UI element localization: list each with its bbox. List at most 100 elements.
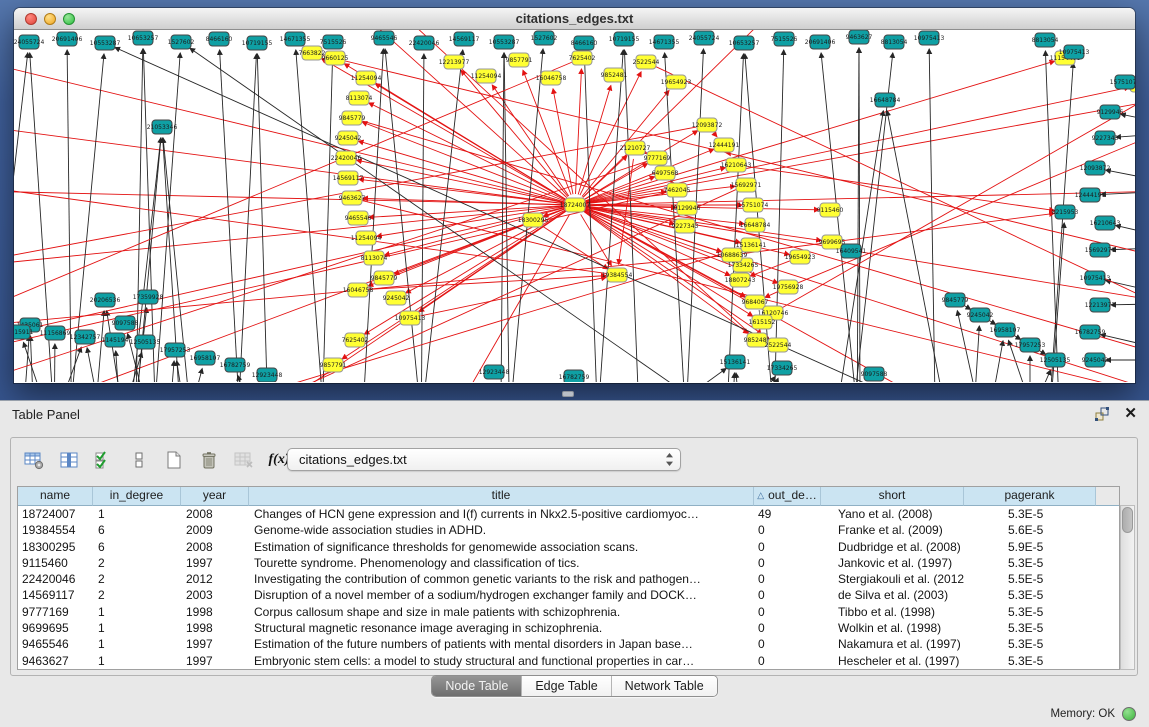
- citation-edge-black[interactable]: [1106, 170, 1135, 191]
- graph-node[interactable]: 7515526: [320, 35, 347, 49]
- table-cell[interactable]: 0: [754, 620, 821, 636]
- citation-edge-black[interactable]: [1011, 370, 1051, 382]
- graph-node[interactable]: 12093872: [692, 118, 723, 132]
- citation-edge-red[interactable]: [461, 70, 568, 196]
- graph-node[interactable]: 8813054: [881, 35, 908, 49]
- table-cell[interactable]: Hescheler et al. (1997): [821, 653, 964, 669]
- table-cell[interactable]: 5.3E-5: [964, 506, 1096, 522]
- table-cell[interactable]: Dudbridge et al. (2008): [821, 539, 964, 555]
- citation-edge-red[interactable]: [583, 30, 814, 197]
- table-cell[interactable]: 2: [93, 571, 181, 587]
- graph-node[interactable]: 9857791: [506, 53, 533, 67]
- table-selector-dropdown[interactable]: citations_edges.txt: [287, 448, 681, 471]
- float-window-icon[interactable]: [1094, 406, 1110, 422]
- graph-node[interactable]: 12342757: [70, 330, 101, 344]
- table-cell[interactable]: 9115460: [18, 555, 93, 571]
- graph-node[interactable]: 7515526: [771, 32, 798, 46]
- graph-node[interactable]: 10719155: [242, 36, 273, 50]
- graph-node[interactable]: 9245042: [967, 308, 994, 322]
- table-cell[interactable]: Estimation of significance thresholds fo…: [249, 539, 754, 555]
- graph-node[interactable]: 16958107: [190, 351, 221, 365]
- citation-edge-black[interactable]: [178, 369, 202, 382]
- citation-edge-black[interactable]: [165, 361, 174, 382]
- table-cell[interactable]: 1: [93, 506, 181, 522]
- table-cell[interactable]: Tibbo et al. (1998): [821, 604, 964, 620]
- graph-node[interactable]: 14671355: [280, 32, 311, 46]
- graph-node[interactable]: 11156869: [40, 326, 71, 340]
- graph-node[interactable]: 12505135: [130, 335, 161, 349]
- table-cell[interactable]: Stergiakouli et al. (2012): [821, 571, 964, 587]
- table-row[interactable]: 969969511998Structural magnetic resonanc…: [18, 620, 1119, 636]
- table-cell[interactable]: Embryonic stem cells: a model to study s…: [249, 653, 754, 669]
- trash-icon[interactable]: [196, 447, 222, 473]
- citation-edge-black[interactable]: [54, 344, 55, 382]
- new-document-icon[interactable]: [161, 447, 187, 473]
- tab-network-table[interactable]: Network Table: [611, 676, 717, 696]
- graph-node[interactable]: 9129946: [1097, 105, 1124, 119]
- citation-edge-black[interactable]: [736, 373, 744, 382]
- table-cell[interactable]: 0: [754, 587, 821, 603]
- graph-node[interactable]: 9245042: [383, 291, 410, 305]
- graph-node[interactable]: 1145194: [102, 333, 129, 347]
- citation-edge-black[interactable]: [887, 111, 949, 382]
- graph-node[interactable]: 7625402: [342, 333, 369, 347]
- citation-edge-black[interactable]: [1046, 63, 1073, 382]
- column-header-name[interactable]: name: [18, 487, 93, 506]
- graph-node[interactable]: 24055724: [689, 31, 720, 45]
- graph-node[interactable]: 10653257: [128, 31, 159, 45]
- graph-node[interactable]: 9465546: [345, 211, 372, 225]
- graph-node[interactable]: 22420046: [331, 151, 362, 165]
- graph-node[interactable]: 20206536: [90, 293, 121, 307]
- table-cell[interactable]: 2008: [181, 539, 249, 555]
- citation-edge-black[interactable]: [296, 50, 327, 382]
- graph-node[interactable]: 9660125: [322, 51, 349, 65]
- table-cell[interactable]: 5.3E-5: [964, 653, 1096, 669]
- graph-node[interactable]: 2522544: [633, 55, 660, 69]
- table-cell[interactable]: 0: [754, 653, 821, 669]
- table-cell[interactable]: 9463627: [18, 653, 93, 669]
- row-options-icon[interactable]: [126, 447, 152, 473]
- table-row[interactable]: 1456911722003Disruption of a novel membe…: [18, 587, 1119, 603]
- citation-edge-red[interactable]: [765, 292, 778, 298]
- table-cell[interactable]: 9465546: [18, 636, 93, 652]
- table-cell[interactable]: 0: [754, 571, 821, 587]
- citation-edge-black[interactable]: [614, 368, 726, 382]
- graph-node[interactable]: 19384554: [602, 268, 633, 282]
- table-cell[interactable]: Wolkin et al. (1998): [821, 620, 964, 636]
- zoom-window-button[interactable]: [63, 13, 75, 25]
- table-cell[interactable]: 2: [93, 555, 181, 571]
- table-cell[interactable]: 5.9E-5: [964, 539, 1096, 555]
- citation-edge-red[interactable]: [578, 86, 611, 195]
- citation-edge-black[interactable]: [177, 361, 192, 382]
- citation-edge-red[interactable]: [359, 179, 564, 203]
- table-cell[interactable]: 2: [93, 587, 181, 603]
- graph-node[interactable]: 9129946: [674, 201, 701, 215]
- graph-node[interactable]: 9845779: [371, 271, 398, 285]
- graph-node[interactable]: 9777169: [644, 151, 671, 165]
- table-row[interactable]: 946554611997Estimation of the future num…: [18, 636, 1119, 652]
- citation-edge-black[interactable]: [1039, 351, 1045, 355]
- table-cell[interactable]: 1: [93, 604, 181, 620]
- table-cell[interactable]: Nakamura et al. (1997): [821, 636, 964, 652]
- splitter-handle[interactable]: [562, 391, 574, 397]
- graph-node[interactable]: 17957253: [160, 343, 191, 357]
- minimize-window-button[interactable]: [44, 13, 56, 25]
- graph-node[interactable]: 1527602: [168, 35, 195, 49]
- table-cell[interactable]: Disruption of a novel member of a sodium…: [249, 587, 754, 603]
- table-cell[interactable]: 6: [93, 522, 181, 538]
- column-header-in_degree[interactable]: in_degree: [93, 487, 181, 506]
- table-cell[interactable]: 14569117: [18, 587, 93, 603]
- graph-node[interactable]: 16648784: [870, 93, 901, 107]
- citation-edge-red[interactable]: [164, 190, 736, 382]
- citation-edge-black[interactable]: [979, 341, 1003, 382]
- graph-node[interactable]: 11254094: [351, 231, 382, 245]
- table-cell[interactable]: 1997: [181, 653, 249, 669]
- table-row[interactable]: 977716911998Corpus callosum shape and si…: [18, 604, 1119, 620]
- citation-edge-black[interactable]: [714, 377, 775, 382]
- column-header-out_degree[interactable]: △out_de…: [754, 487, 821, 506]
- table-cell[interactable]: 1998: [181, 620, 249, 636]
- graph-node[interactable]: 8466160: [206, 32, 233, 46]
- table-cell[interactable]: Investigating the contribution of common…: [249, 571, 754, 587]
- citation-edge-black[interactable]: [20, 336, 29, 382]
- graph-node[interactable]: 16782759: [559, 370, 590, 382]
